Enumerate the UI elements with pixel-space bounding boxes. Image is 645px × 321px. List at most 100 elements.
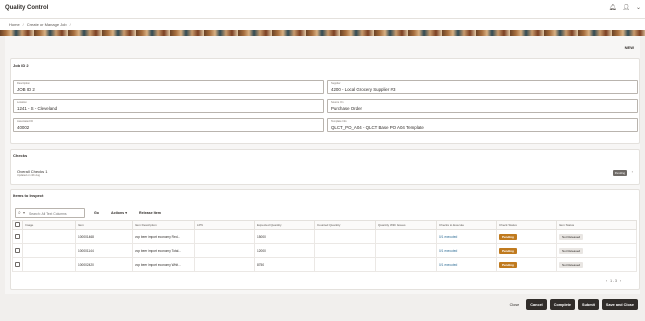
column-header[interactable]: Item Status [556, 220, 637, 230]
issues-qty-cell[interactable] [375, 229, 437, 244]
checks-title: Checks [13, 153, 28, 158]
template-field[interactable]: Template Info QLCT_PO_A04 - QLCT Base PO… [327, 118, 638, 132]
location-value: 1241 - S - Cleveland [17, 106, 58, 111]
image-cell [22, 229, 76, 244]
items-table: Image Item Item Description LPN Expected… [12, 220, 637, 272]
check-status-cell: Pending [496, 257, 557, 272]
table-row[interactable]: 100001144 vcp beer import economy Total.… [12, 243, 637, 258]
cancel-button[interactable]: Cancel [526, 299, 547, 310]
supplier-value: 4200 - Local Grocery Supplier #3 [331, 87, 396, 92]
description-cell: vcp beer import economy Total... [132, 243, 195, 258]
save-and-close-button[interactable]: Save and Close [601, 299, 638, 310]
column-header[interactable]: Counted Quantity [314, 220, 376, 230]
issues-qty-cell[interactable] [375, 257, 437, 272]
chevron-down-icon[interactable]: ▾ [23, 210, 25, 215]
go-button[interactable]: Go [91, 210, 102, 216]
item-status-cell: Not Released [556, 243, 637, 258]
lpn-cell [194, 257, 255, 272]
table-row[interactable]: 100001468 vcp beer import economy Red...… [12, 229, 637, 244]
source-field[interactable]: Source On Purchase Order [327, 99, 638, 113]
source-value: Purchase Order [331, 106, 362, 111]
image-cell [22, 243, 76, 258]
source-label: Source On [331, 101, 344, 104]
row-select-cell[interactable] [12, 243, 23, 258]
actions-menu-button[interactable]: Actions ▾ [108, 210, 130, 216]
description-label: Description [17, 82, 30, 85]
check-row[interactable]: Overall Checks 1 Updated on 4th Aug Pend… [13, 166, 633, 181]
item-cell: 100001144 [75, 243, 133, 258]
release-item-button[interactable]: Release Item [136, 210, 164, 216]
item-cell: 100001468 [75, 229, 133, 244]
description-cell: vcp beer import economy Whit... [132, 257, 195, 272]
items-toolbar: ⌕ ▾ Go Actions ▾ Release Item [15, 208, 164, 218]
table-row[interactable]: 100002420 vcp beer import economy Whit..… [12, 257, 637, 272]
item-status-cell: Not Released [556, 257, 637, 272]
row-select-cell[interactable] [12, 257, 23, 272]
supplier-field[interactable]: Supplier 4200 - Local Grocery Supplier #… [327, 80, 638, 94]
chevron-right-icon[interactable]: › [620, 279, 621, 283]
status-badge: Pending [499, 261, 517, 268]
row-checkbox[interactable] [15, 233, 20, 239]
reference-field[interactable]: Associated ID 40002 [13, 118, 324, 132]
search-box[interactable]: ⌕ ▾ [15, 208, 85, 218]
checks-link[interactable]: 0/1 executed [439, 263, 457, 267]
checks-link[interactable]: 0/1 executed [439, 235, 457, 239]
expected-qty-cell: 8750 [254, 257, 315, 272]
image-cell [22, 257, 76, 272]
breadcrumb-current: Create or Manage Job [26, 22, 67, 27]
issues-qty-cell[interactable] [375, 243, 437, 258]
bell-icon[interactable]: 🔔︎ [609, 4, 617, 12]
chevron-down-icon[interactable]: ⌄ [636, 4, 641, 12]
row-checkbox[interactable] [15, 261, 20, 267]
column-header[interactable]: Checks to Execute [436, 220, 497, 230]
column-header[interactable]: Item Description [132, 220, 195, 230]
row-select-cell[interactable] [12, 229, 23, 244]
chevron-down-icon: ▾ [125, 211, 127, 215]
items-title: Items to Inspect [13, 193, 44, 198]
actions-label: Actions [111, 211, 125, 215]
item-status-cell: Not Released [556, 229, 637, 244]
lpn-cell [194, 229, 255, 244]
column-header[interactable]: Quantity With Issues [375, 220, 437, 230]
description-field[interactable]: Description JOB ID 2 [13, 80, 324, 94]
status-badge: Pending [499, 247, 517, 254]
search-input[interactable] [29, 210, 84, 217]
expected-qty-cell: 15000 [254, 229, 315, 244]
location-field[interactable]: Location 1241 - S - Cleveland [13, 99, 324, 113]
expected-qty-cell: 12000 [254, 243, 315, 258]
column-header[interactable]: LPN [194, 220, 255, 230]
select-all-header[interactable] [12, 220, 23, 230]
select-all-checkbox[interactable] [15, 222, 20, 227]
reference-label: Associated ID [17, 120, 34, 123]
template-value: QLCT_PO_A04 - QLCT Base PO A04 Template [331, 125, 424, 130]
breadcrumb-separator: / [69, 22, 71, 27]
close-button[interactable]: Close [506, 299, 524, 310]
item-cell: 100002420 [75, 257, 133, 272]
location-label: Location [17, 101, 27, 104]
footer-actions: Close Cancel Complete Submit Save and Cl… [506, 299, 638, 310]
pagination: ‹ 1 - 3 › [606, 279, 621, 283]
column-header[interactable]: Check Status [496, 220, 557, 230]
checks-cell: 0/1 executed [436, 257, 497, 272]
column-header[interactable]: Image [22, 220, 76, 230]
row-checkbox[interactable] [15, 247, 20, 253]
item-status-badge: Not Released [559, 261, 584, 268]
search-icon: ⌕ [18, 210, 21, 216]
checks-link[interactable]: 0/1 executed [439, 249, 457, 253]
table-header-row: Image Item Item Description LPN Expected… [12, 220, 637, 230]
reference-value: 40002 [17, 125, 30, 130]
submit-button[interactable]: Submit [578, 299, 599, 310]
chevron-right-icon[interactable]: › [632, 169, 633, 174]
page-range: 1 - 3 [610, 279, 617, 283]
counted-qty-cell[interactable] [314, 229, 376, 244]
lpn-cell [194, 243, 255, 258]
breadcrumb-home[interactable]: Home [9, 22, 20, 27]
column-header[interactable]: Expected Quantity [254, 220, 315, 230]
column-header[interactable]: Item [75, 220, 133, 230]
check-status-cell: Pending [496, 243, 557, 258]
counted-qty-cell[interactable] [314, 243, 376, 258]
user-icon[interactable]: 👤︎ [622, 4, 630, 12]
complete-button[interactable]: Complete [549, 299, 576, 310]
chevron-left-icon[interactable]: ‹ [606, 279, 607, 283]
counted-qty-cell[interactable] [314, 257, 376, 272]
